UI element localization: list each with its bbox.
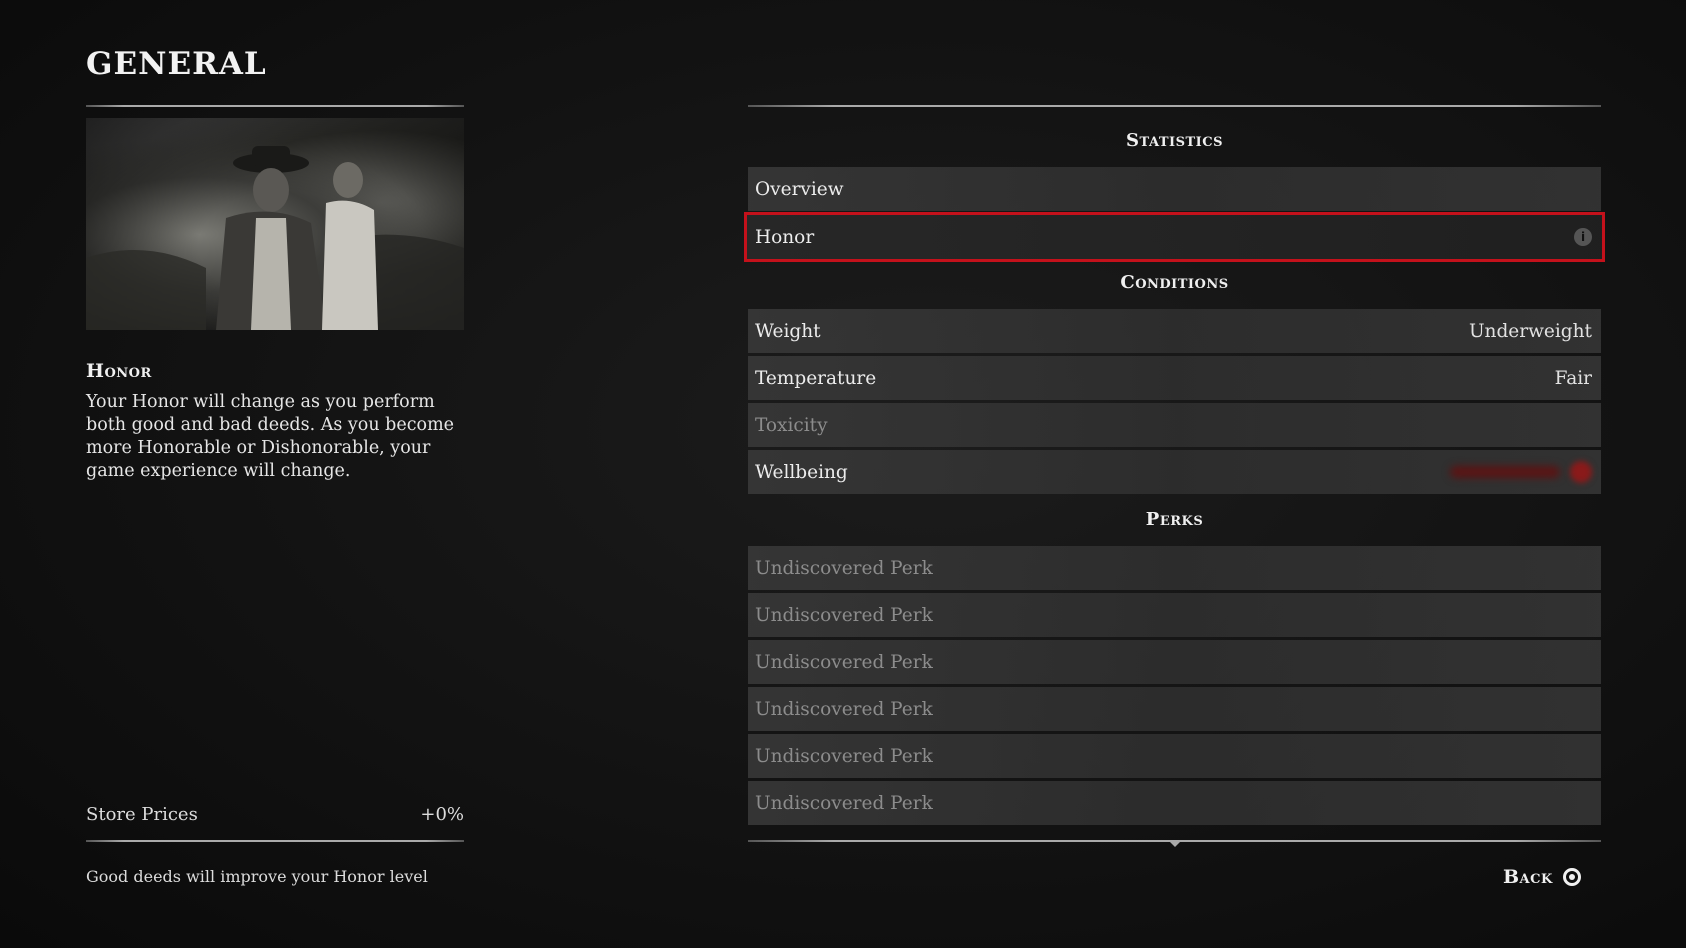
menu-item-honor[interactable]: Honor i — [744, 212, 1605, 262]
perk-item[interactable]: Undiscovered Perk — [748, 593, 1601, 637]
condition-weight[interactable]: Weight Underweight — [748, 309, 1601, 353]
left-divider-bottom — [86, 840, 464, 842]
description-text: Your Honor will change as you perform bo… — [86, 392, 455, 481]
condition-label: Weight — [755, 320, 821, 342]
menu-item-label: Overview — [755, 178, 844, 200]
condition-label: Toxicity — [755, 414, 828, 436]
honor-scene-image — [86, 118, 464, 330]
circle-button-icon — [1562, 868, 1581, 886]
store-prices-row: Store Prices +0% — [86, 804, 464, 828]
scroll-down-indicator-icon — [1168, 840, 1182, 847]
back-label: Back — [1503, 866, 1553, 888]
condition-value: Underweight — [1468, 320, 1592, 342]
right-divider-top — [748, 105, 1601, 107]
perk-label: Undiscovered Perk — [755, 745, 933, 767]
condition-label: Wellbeing — [755, 461, 848, 483]
perk-item[interactable]: Undiscovered Perk — [748, 781, 1601, 825]
description-heading: Honor — [86, 360, 152, 382]
left-divider-top — [86, 105, 464, 107]
perk-label: Undiscovered Perk — [755, 792, 933, 814]
statistics-heading: Statistics — [1126, 130, 1223, 151]
condition-value: Fair — [1554, 367, 1592, 389]
wellbeing-indicator — [1450, 461, 1592, 483]
menu-item-label: Honor — [755, 226, 815, 248]
perk-label: Undiscovered Perk — [755, 651, 933, 673]
menu-item-overview[interactable]: Overview — [748, 167, 1601, 211]
store-prices-label: Store Prices — [86, 804, 198, 825]
conditions-heading: Conditions — [1120, 272, 1229, 293]
condition-wellbeing[interactable]: Wellbeing — [748, 450, 1601, 494]
perks-heading: Perks — [1145, 509, 1204, 530]
photo-illustration — [86, 146, 464, 330]
info-icon: i — [1574, 228, 1592, 246]
condition-label: Temperature — [755, 367, 877, 389]
perk-item[interactable]: Undiscovered Perk — [748, 687, 1601, 731]
perk-item[interactable]: Undiscovered Perk — [748, 734, 1601, 778]
perk-label: Undiscovered Perk — [755, 698, 933, 720]
hint-text: Good deeds will improve your Honor level — [86, 867, 428, 886]
page-title: GENERAL — [86, 46, 267, 82]
store-prices-value: +0% — [420, 804, 464, 825]
perk-item[interactable]: Undiscovered Perk — [748, 546, 1601, 590]
condition-temperature[interactable]: Temperature Fair — [748, 356, 1601, 400]
perk-item[interactable]: Undiscovered Perk — [748, 640, 1601, 684]
perk-label: Undiscovered Perk — [755, 557, 933, 579]
condition-toxicity[interactable]: Toxicity — [748, 403, 1601, 447]
wellbeing-dot-icon — [1570, 461, 1592, 483]
wellbeing-bar — [1450, 466, 1560, 478]
perk-label: Undiscovered Perk — [755, 604, 933, 626]
back-button[interactable]: Back — [1503, 866, 1581, 888]
